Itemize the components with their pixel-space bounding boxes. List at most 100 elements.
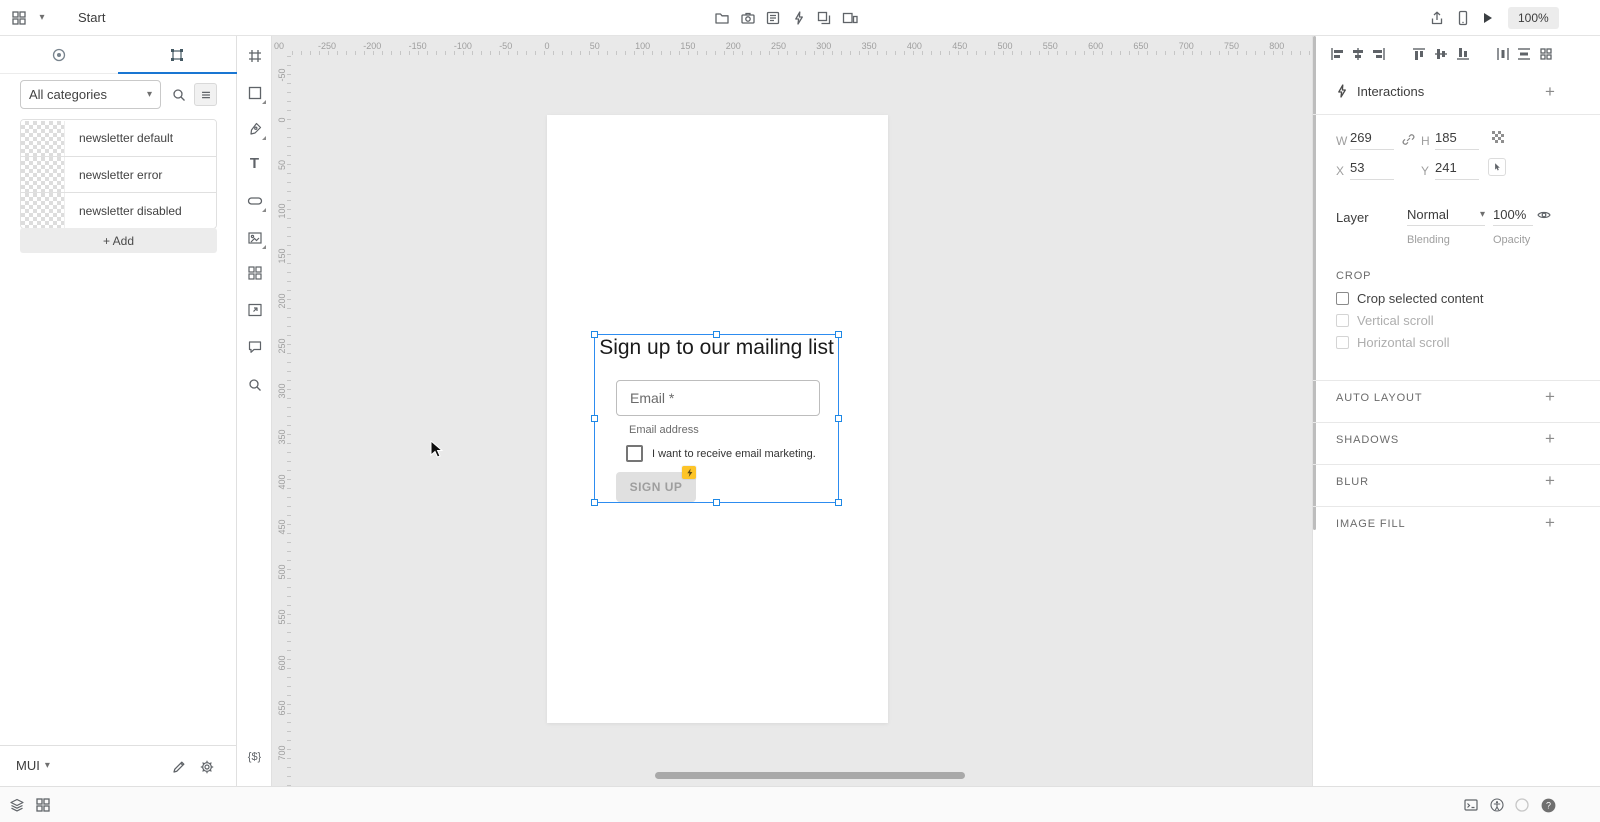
add-image-fill-button[interactable]: + [1541,513,1559,532]
selection-handle[interactable] [835,414,842,422]
visibility-toggle[interactable] [1535,206,1553,224]
project-menu-button[interactable]: ▾ [32,5,52,31]
screenshot-button[interactable] [735,5,761,31]
expand-auto-layout-button[interactable]: + [1541,387,1559,406]
library-settings-button[interactable] [194,754,220,780]
zoom-level-button[interactable]: 100% [1508,7,1559,29]
list-item[interactable]: newsletter error [21,156,216,192]
accessibility-button[interactable] [1488,796,1506,814]
crop-section-title: CROP [1336,270,1372,282]
align-center-h-button[interactable] [1349,45,1367,63]
align-top-button[interactable] [1410,45,1428,63]
magnifier-icon [248,378,261,391]
image-tool-button[interactable] [241,224,268,251]
selection-handle[interactable] [591,499,598,506]
bottom-bar: ? [0,786,1600,822]
add-component-button[interactable]: + Add [20,228,217,253]
list-item[interactable]: newsletter default [21,120,216,156]
library-select[interactable]: MUI ▾ [16,758,50,773]
pointer-icon [1495,163,1500,171]
library-search-button[interactable] [166,82,192,108]
preview-play-button[interactable] [1474,5,1500,31]
blending-select[interactable]: Normal ▾ [1407,204,1485,226]
embed-tool-icon [247,303,262,316]
selection-box[interactable] [591,331,842,506]
rectangle-tool-button[interactable] [241,79,268,106]
align-bottom-button[interactable] [1454,45,1472,63]
selection-handle[interactable] [835,331,842,338]
button-tool-button[interactable] [241,187,268,214]
components-tool-button[interactable] [241,259,268,286]
ruler-label: 150 [680,41,696,51]
categories-select[interactable]: All categories ▾ [20,80,161,109]
ruler-ticks [292,51,1312,55]
zoom-tool-button[interactable] [241,371,268,398]
selection-handle[interactable] [591,331,598,338]
ruler-ticks [287,56,291,786]
list-view-toggle[interactable] [194,83,217,106]
comment-tool-button[interactable] [241,333,268,360]
y-input[interactable] [1435,158,1479,180]
home-grid-button[interactable] [6,5,32,31]
add-blur-button[interactable]: + [1541,471,1559,490]
align-left-button[interactable] [1328,45,1346,63]
distribute-v-button[interactable] [1515,45,1533,63]
layers-panel-button[interactable] [8,796,26,814]
align-middle-button[interactable] [1432,45,1450,63]
selection-handle[interactable] [712,331,720,338]
add-shadow-button[interactable]: + [1541,429,1559,448]
selection-handle[interactable] [712,499,720,506]
embed-tool-button[interactable] [241,296,268,323]
height-input[interactable] [1435,128,1479,150]
breakpoints-button[interactable] [837,5,863,31]
x-input[interactable] [1350,158,1394,180]
opacity-caption: Opacity [1493,234,1531,246]
ruler-label: 200 [277,293,287,309]
align-right-button[interactable] [1370,45,1388,63]
console-button[interactable] [1462,796,1480,814]
status-button[interactable] [1513,796,1531,814]
frame-tool-button[interactable] [241,42,268,69]
tab-components[interactable] [118,36,236,74]
tidy-grid-button[interactable] [1537,45,1555,63]
pen-tool-button[interactable] [241,115,268,142]
share-button[interactable] [1424,5,1450,31]
help-button[interactable]: ? [1539,796,1557,814]
opacity-input[interactable]: 100% [1493,204,1533,226]
width-input[interactable] [1350,128,1394,150]
horizontal-scroll-checkbox[interactable] [1336,336,1349,349]
button-tool-icon [247,196,262,205]
pick-position-button[interactable] [1488,158,1506,176]
vertical-scroll-label: Vertical scroll [1357,313,1434,328]
documentation-button[interactable] [760,5,786,31]
divider [1313,506,1600,507]
distribute-h-button[interactable] [1494,45,1512,63]
constrain-proportions-toggle[interactable] [1399,130,1417,148]
list-view-icon [201,91,210,98]
ruler-label: 100 [635,41,651,51]
vertical-scroll-checkbox[interactable] [1336,314,1349,327]
component-thumbnail [21,193,65,228]
add-interaction-button[interactable]: + [1541,82,1559,101]
size-presets-button[interactable] [1489,128,1507,146]
list-item[interactable]: newsletter disabled [21,192,216,228]
duplicate-button[interactable] [811,5,837,31]
help-icon: ? [1541,798,1555,812]
ruler-label: 550 [1042,41,1058,51]
canvas[interactable]: 0 0 -250 -200 -150 -100 -50 0 50 100 150 200 250 300 3… [272,36,1312,786]
device-preview-button[interactable] [1450,5,1476,31]
crop-content-checkbox[interactable] [1336,292,1349,305]
pages-button[interactable] [709,5,735,31]
panel-scrollbar[interactable] [1313,36,1316,530]
design-tokens-button[interactable]: {$} [237,751,272,763]
edit-library-button[interactable] [166,754,192,780]
ruler-horizontal: 00 -250 -200 -150 -100 -50 0 50 100 150 200 250 300 3… [272,36,1312,56]
canvas-horizontal-scrollbar[interactable] [655,772,965,779]
pages-grid-button[interactable] [34,796,52,814]
tool-more-caret [262,100,266,104]
interactions-mode-button[interactable] [786,5,812,31]
selection-handle[interactable] [591,414,598,422]
selection-handle[interactable] [835,499,842,506]
text-tool-button[interactable]: T [241,150,268,177]
tab-design-system[interactable] [0,36,118,74]
